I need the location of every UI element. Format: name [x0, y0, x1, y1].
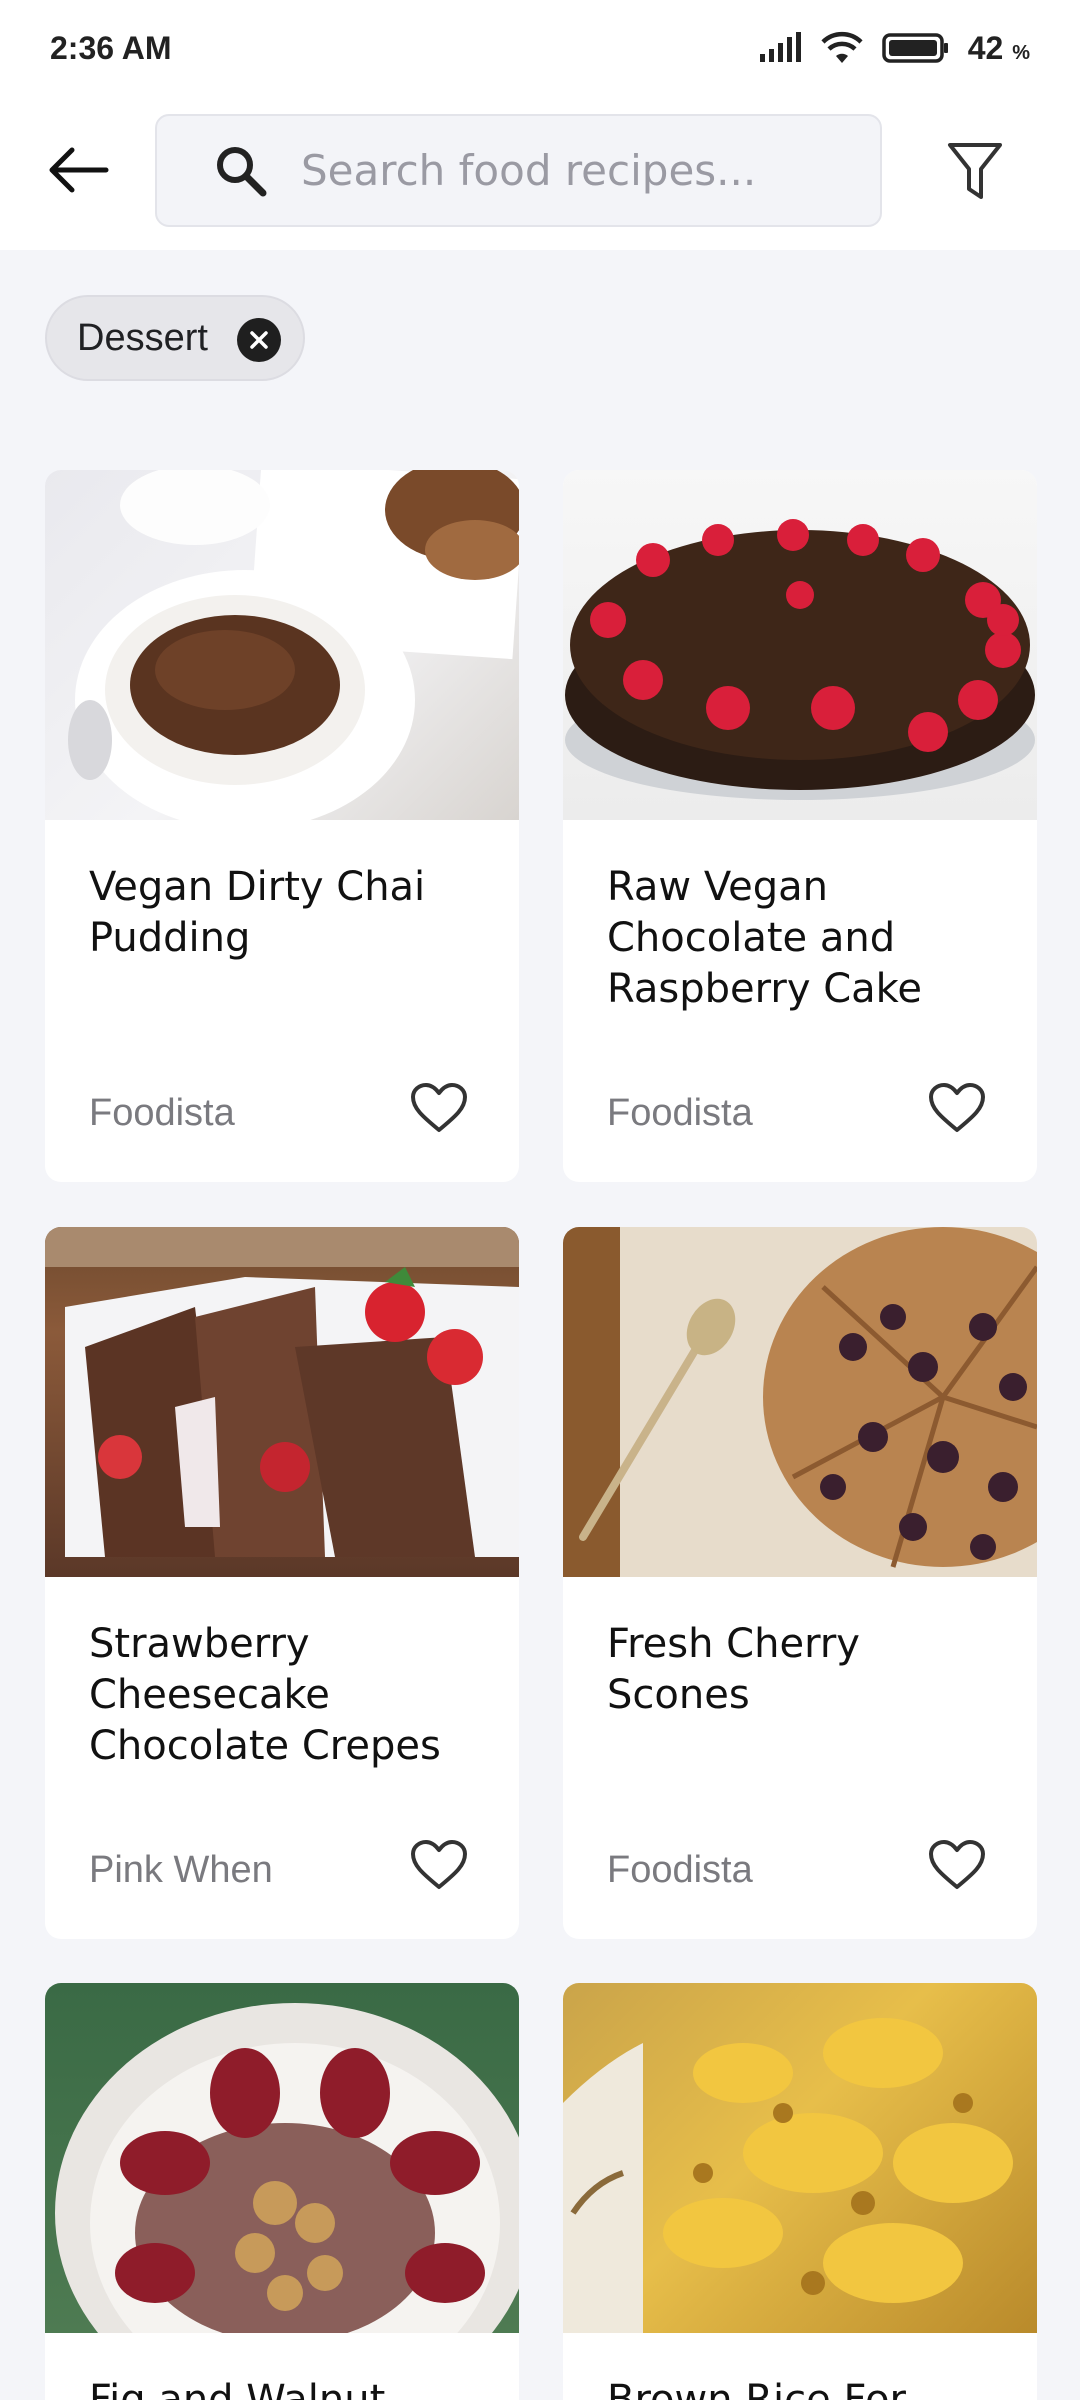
recipe-card[interactable]: Strawberry Cheesecake Chocolate Crepes P… — [45, 1227, 519, 1939]
recipe-title: Fresh Cherry Scones — [607, 1621, 860, 1718]
recipe-card[interactable]: Raw Vegan Chocolate and Raspberry Cake F… — [563, 470, 1037, 1182]
status-icons: 42 % — [758, 30, 1030, 67]
favorite-button[interactable] — [407, 1076, 471, 1140]
recipe-image — [45, 1227, 519, 1577]
recipe-source: Foodista — [89, 1092, 235, 1134]
recipe-title: Vegan Dirty Chai Pudding — [89, 864, 426, 961]
arrow-back-icon — [49, 147, 109, 193]
filter-chip-dessert[interactable]: Dessert — [45, 295, 305, 381]
filter-funnel-icon — [948, 143, 1002, 199]
close-circle-icon[interactable] — [237, 318, 281, 362]
recipe-source: Pink When — [89, 1849, 273, 1891]
heart-outline-icon — [411, 1840, 467, 1889]
search-box[interactable] — [155, 114, 882, 227]
recipe-source: Foodista — [607, 1849, 753, 1891]
heart-outline-icon — [929, 1083, 985, 1132]
top-app-bar — [0, 96, 1080, 250]
heart-outline-icon — [929, 1840, 985, 1889]
battery-icon — [881, 33, 948, 63]
signal-icon — [759, 32, 801, 62]
recipe-image — [563, 1227, 1037, 1577]
recipe-title: Raw Vegan Chocolate and Raspberry Cake — [607, 864, 923, 1012]
recipe-card[interactable]: Vegan Dirty Chai Pudding Foodista — [45, 470, 519, 1182]
recipe-image — [563, 1983, 1037, 2333]
recipe-image — [45, 470, 519, 820]
back-button[interactable] — [40, 132, 116, 208]
filter-button[interactable] — [935, 132, 1015, 212]
recipe-source: Foodista — [607, 1092, 753, 1134]
search-input[interactable] — [301, 146, 841, 195]
status-time: 2:36 AM — [50, 29, 172, 66]
recipe-title: Fig and Walnut — [89, 2377, 386, 2400]
recipe-card[interactable]: Brown Rice For — [563, 1983, 1037, 2400]
recipe-image — [45, 1983, 519, 2333]
status-bar: 2:36 AM 42 % — [0, 0, 1080, 96]
heart-outline-icon — [411, 1083, 467, 1132]
recipe-title: Brown Rice For — [607, 2377, 906, 2400]
favorite-button[interactable] — [925, 1076, 989, 1140]
chip-label: Dessert — [77, 316, 208, 359]
recipe-image — [563, 470, 1037, 820]
search-icon — [209, 139, 273, 203]
favorite-button[interactable] — [925, 1833, 989, 1897]
recipe-card[interactable]: Fig and Walnut — [45, 1983, 519, 2400]
recipe-title: Strawberry Cheesecake Chocolate Crepes — [89, 1621, 441, 1769]
recipe-card[interactable]: Fresh Cherry Scones Foodista — [563, 1227, 1037, 1939]
battery-level: 42 % — [967, 29, 1030, 66]
favorite-button[interactable] — [407, 1833, 471, 1897]
wifi-icon — [821, 31, 863, 63]
